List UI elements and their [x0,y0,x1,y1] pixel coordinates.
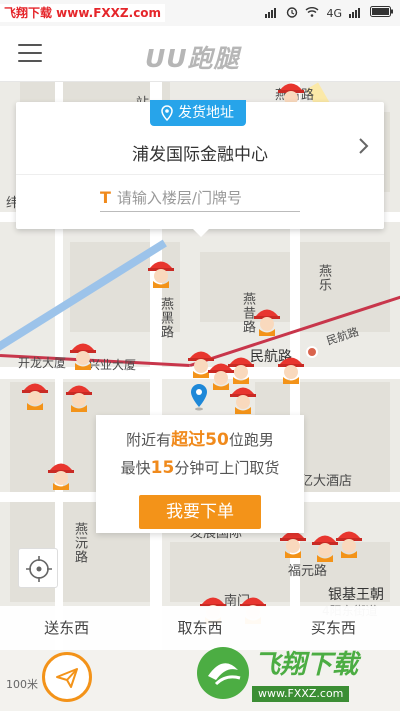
address-tag-label: 发货地址 [178,105,234,121]
map-label: 燕黑路 [158,297,173,339]
signal-icon [265,6,279,21]
network-label: 4G [326,6,342,20]
tab-send[interactable]: 送东西 [0,606,133,650]
map-label: 亿大酒店 [300,474,353,489]
courier-marker-icon [66,385,92,412]
location-pin-icon [161,105,173,121]
courier-count: 超过50 [171,430,229,450]
map-label: 福元路 [288,564,328,579]
pickup-address[interactable]: 浦发国际金融中心 [16,140,384,165]
watermark-top: 飞翔下载 www.FXXZ.com [0,4,166,22]
locate-me-button[interactable] [18,548,58,588]
metro-station-icon [306,346,318,358]
map-label: 燕沅路 [72,522,87,564]
app-logo: UU跑腿 [145,44,240,73]
info-text: 位跑男 [228,431,274,449]
pickup-time-text: 最快15分钟可上门取货 [96,457,304,478]
divider [16,174,384,175]
app-header: UU跑腿 [0,26,400,82]
floor-input-placeholder: 请输入楼层/门牌号 [116,189,242,207]
alarm-icon [286,6,298,21]
status-icons: 4G [265,4,394,22]
paper-plane-icon [56,668,78,688]
address-tag: 发货地址 [150,100,246,126]
courier-marker-icon [230,387,256,414]
pickup-address-card[interactable]: 发货地址 浦发国际金融中心 T 请输入楼层/门牌号 [16,100,384,229]
courier-info-card: 附近有超过50位跑男 最快15分钟可上门取货 我要下单 [96,415,304,533]
signal-bars-icon [349,6,363,21]
crosshair-icon [26,556,52,582]
watermark-brand: 飞翔下载 [254,650,359,680]
place-order-button[interactable]: 我要下单 [139,495,261,529]
battery-icon [370,6,394,20]
menu-icon[interactable] [18,42,42,64]
info-text: 最快 [120,459,151,477]
courier-marker-icon [48,463,74,490]
map-label: 开龙大厦 [18,356,67,370]
card-pointer [192,228,210,237]
watermark-bottom: 飞翔下载 www.FXXZ.com [192,640,398,706]
status-bar: 飞翔下载 www.FXXZ.com 4G [0,0,400,26]
watermark-logo-icon [197,647,249,699]
courier-marker-icon [254,309,280,336]
courier-marker-icon [228,357,254,384]
current-location-pin-icon [191,384,207,411]
courier-marker-icon [22,383,48,410]
send-fab-button[interactable] [42,652,92,702]
info-text: 分钟可上门取货 [174,459,280,477]
info-text: 附近有 [126,431,172,449]
watermark-url: www.FXXZ.com [252,686,350,702]
chevron-right-icon[interactable] [356,136,370,156]
courier-marker-icon [336,531,362,558]
courier-marker-icon [148,261,174,288]
wifi-icon [305,6,319,20]
text-input-icon: T [100,188,111,207]
map-label: 银基王朝 [328,587,384,603]
courier-marker-icon [278,357,304,384]
floor-number-input[interactable]: T 请输入楼层/门牌号 [100,184,300,212]
courier-marker-icon [70,343,96,370]
pickup-minutes: 15 [150,458,175,478]
map-scale: 100米 [6,678,38,691]
map-label: 燕乐 [316,264,331,292]
nearby-couriers-text: 附近有超过50位跑男 [96,425,304,450]
